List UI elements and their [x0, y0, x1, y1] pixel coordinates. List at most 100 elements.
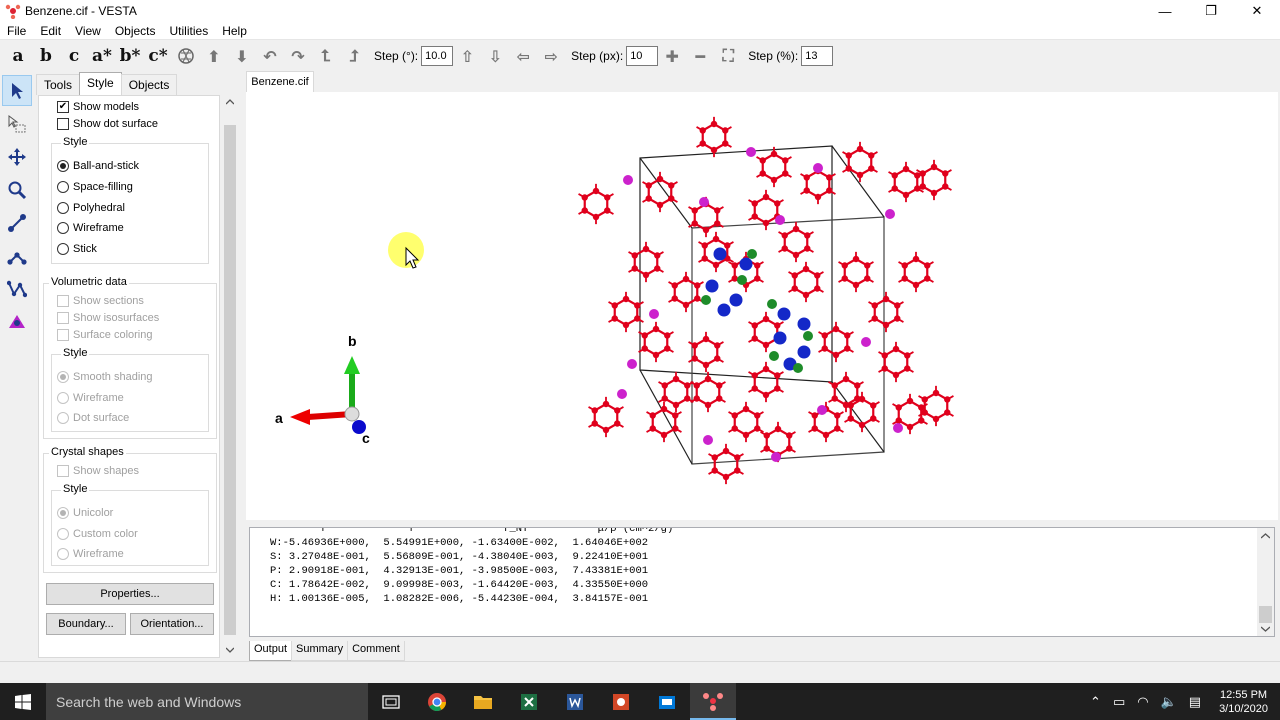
- move-up-icon[interactable]: ⇧: [453, 43, 481, 69]
- excel-icon[interactable]: [506, 683, 552, 720]
- chrome-icon[interactable]: [414, 683, 460, 720]
- view-along-a-button[interactable]: a: [4, 43, 32, 69]
- radio-ball-and-stick[interactable]: Ball-and-stick: [57, 160, 139, 172]
- properties-button[interactable]: Properties...: [46, 583, 214, 605]
- view-along-b-button[interactable]: b: [32, 43, 60, 69]
- tab-tools[interactable]: Tools: [36, 74, 81, 95]
- menu-file[interactable]: File: [0, 24, 33, 38]
- step-percent-input[interactable]: [801, 46, 834, 66]
- show-shapes-checkbox[interactable]: Show shapes: [57, 465, 139, 477]
- output-console[interactable]: f' f'' f_NT μ/ρ (cm^2/g) W:-5.46936E+000…: [249, 527, 1275, 637]
- radio-polyhedral[interactable]: Polyhedral: [57, 202, 125, 214]
- ring-bond: [903, 257, 929, 287]
- angle-tool-icon[interactable]: [2, 240, 32, 271]
- radio-custom-color[interactable]: Custom color: [57, 528, 138, 540]
- rotate-right-icon[interactable]: ↷: [284, 43, 312, 69]
- tab-style[interactable]: Style: [79, 72, 122, 95]
- tab-output[interactable]: Output: [249, 641, 293, 661]
- atom: [924, 262, 931, 269]
- notifications-icon[interactable]: ▤: [1183, 694, 1207, 710]
- atom: [781, 245, 788, 252]
- step-px-input[interactable]: [626, 46, 659, 66]
- maximize-button[interactable]: ❐: [1188, 0, 1234, 22]
- move-left-icon[interactable]: ⇦: [509, 43, 537, 69]
- surface-coloring-checkbox[interactable]: Surface coloring: [57, 329, 153, 341]
- radio-vol-wireframe[interactable]: Wireframe: [57, 392, 124, 404]
- move-right-icon[interactable]: ⇨: [537, 43, 565, 69]
- document-tab[interactable]: Benzene.cif: [246, 71, 314, 92]
- battery-icon[interactable]: ▭: [1107, 694, 1131, 710]
- plane-tool-icon[interactable]: [2, 306, 32, 337]
- menu-objects[interactable]: Objects: [108, 24, 163, 38]
- fit-to-screen-icon[interactable]: ⛶: [714, 43, 742, 69]
- chevron-up-icon[interactable]: ⌃: [1084, 694, 1107, 710]
- store-icon[interactable]: [644, 683, 690, 720]
- output-scroll-thumb[interactable]: [1259, 606, 1272, 623]
- show-dot-surface-checkbox[interactable]: Show dot surface: [57, 118, 158, 130]
- radio-wireframe[interactable]: Wireframe: [57, 222, 124, 234]
- rotate-cw-icon[interactable]: ⮥: [340, 43, 368, 69]
- taskbar-search[interactable]: Search the web and Windows: [46, 683, 368, 720]
- minimize-button[interactable]: —: [1142, 0, 1188, 22]
- panel-scrollbar[interactable]: [222, 95, 238, 658]
- view-along-c-button[interactable]: c: [60, 43, 88, 69]
- step-degree-input[interactable]: [421, 46, 454, 66]
- word-icon[interactable]: [552, 683, 598, 720]
- tab-summary[interactable]: Summary: [291, 641, 349, 661]
- menu-edit[interactable]: Edit: [33, 24, 68, 38]
- translate-tool-icon[interactable]: [2, 141, 32, 172]
- radio-space-filling[interactable]: Space-filling: [57, 181, 133, 193]
- radio-smooth-shading[interactable]: Smooth shading: [57, 371, 153, 383]
- radio-stick[interactable]: Stick: [57, 243, 97, 255]
- standard-orientation-icon[interactable]: [172, 43, 200, 69]
- select-region-tool-icon[interactable]: [2, 108, 32, 139]
- tab-objects[interactable]: Objects: [120, 74, 178, 95]
- distance-tool-icon[interactable]: [2, 207, 32, 238]
- output-scrollbar[interactable]: [1257, 528, 1274, 636]
- crystal-structure-render[interactable]: b a c: [246, 92, 1278, 520]
- zoom-in-icon[interactable]: ✚: [658, 43, 686, 69]
- radio-unicolor[interactable]: Unicolor: [57, 507, 113, 519]
- orientation-button[interactable]: Orientation...: [130, 613, 214, 635]
- menu-help[interactable]: Help: [215, 24, 254, 38]
- view-along-a-star-button[interactable]: a*: [88, 43, 116, 69]
- speaker-icon[interactable]: 🔈: [1155, 694, 1183, 710]
- menu-utilities[interactable]: Utilities: [163, 24, 216, 38]
- radio-crystal-wireframe[interactable]: Wireframe: [57, 548, 124, 560]
- menu-view[interactable]: View: [68, 24, 108, 38]
- close-button[interactable]: ✕: [1234, 0, 1280, 22]
- zoom-out-icon[interactable]: ━: [686, 43, 714, 69]
- tool-palette: [0, 73, 34, 658]
- show-sections-checkbox[interactable]: Show sections: [57, 295, 144, 307]
- show-isosurfaces-checkbox[interactable]: Show isosurfaces: [57, 312, 159, 324]
- rotate-up-icon[interactable]: ⬆: [200, 43, 228, 69]
- panel-scroll-thumb[interactable]: [224, 125, 236, 635]
- view-along-c-star-button[interactable]: c*: [144, 43, 172, 69]
- select-tool-icon[interactable]: [2, 75, 32, 106]
- rotate-down-icon[interactable]: ⬇: [228, 43, 256, 69]
- ring-bond: [793, 267, 819, 297]
- radio-dot-surface[interactable]: Dot surface: [57, 412, 129, 424]
- atom: [792, 251, 800, 259]
- magnify-tool-icon[interactable]: [2, 174, 32, 205]
- scroll-down-icon[interactable]: [1261, 626, 1270, 632]
- move-down-icon[interactable]: ⇩: [481, 43, 509, 69]
- scroll-up-icon[interactable]: [226, 99, 234, 105]
- windows-start-icon[interactable]: [0, 683, 46, 720]
- wifi-icon[interactable]: ◠: [1131, 694, 1154, 710]
- structure-viewer[interactable]: b a c: [246, 92, 1278, 520]
- show-models-checkbox[interactable]: ✔ Show models: [57, 101, 139, 113]
- scroll-up-icon[interactable]: [1261, 533, 1270, 539]
- rotate-left-icon[interactable]: ↶: [256, 43, 284, 69]
- vesta-taskbar-icon[interactable]: [690, 683, 736, 720]
- powerpoint-icon[interactable]: [598, 683, 644, 720]
- taskbar-clock[interactable]: 12:55 PM 3/10/2020: [1207, 688, 1280, 716]
- file-explorer-icon[interactable]: [460, 683, 506, 720]
- task-view-icon[interactable]: [368, 683, 414, 720]
- view-along-b-star-button[interactable]: b*: [116, 43, 144, 69]
- rotate-ccw-icon[interactable]: ⮤: [312, 43, 340, 69]
- boundary-button[interactable]: Boundary...: [46, 613, 126, 635]
- tab-comment[interactable]: Comment: [347, 641, 405, 661]
- dihedral-tool-icon[interactable]: [2, 273, 32, 304]
- scroll-down-icon[interactable]: [226, 647, 234, 653]
